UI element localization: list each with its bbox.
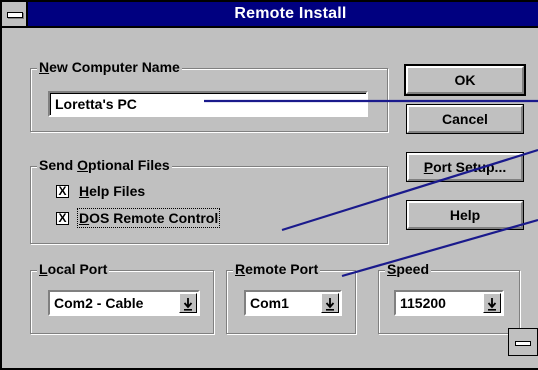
title-bar: Remote Install: [2, 2, 538, 28]
optional-files-group: Send Optional Files: [30, 157, 388, 244]
optional-files-label: Send Optional Files: [37, 157, 172, 173]
port-setup-button[interactable]: Port Setup...: [406, 152, 524, 182]
local-port-dropdown-button[interactable]: [179, 293, 197, 313]
new-computer-name-label: New Computer Name: [37, 59, 182, 75]
dropdown-arrow-icon: [183, 298, 193, 311]
remote-port-dropdown-button[interactable]: [321, 293, 339, 313]
remote-port-select[interactable]: Com1: [244, 290, 342, 316]
system-menu-button[interactable]: [2, 2, 28, 26]
computer-name-input[interactable]: Loretta's PC: [48, 91, 368, 117]
dropdown-arrow-icon: [325, 298, 335, 311]
background-window-system-menu[interactable]: [508, 328, 538, 356]
help-files-check-icon: X: [56, 184, 69, 198]
cancel-button[interactable]: Cancel: [406, 104, 524, 134]
dos-remote-control-check-icon: X: [56, 211, 69, 225]
speed-dropdown-button[interactable]: [483, 293, 501, 313]
remote-port-label: Remote Port: [233, 261, 321, 277]
help-files-checkbox[interactable]: X Help Files: [56, 183, 145, 199]
help-button[interactable]: Help: [406, 200, 524, 230]
speed-select[interactable]: 115200: [394, 290, 504, 316]
local-port-select[interactable]: Com2 - Cable: [48, 290, 200, 316]
dropdown-arrow-icon: [487, 298, 497, 311]
ok-button[interactable]: OK: [404, 64, 526, 96]
system-menu-icon: [515, 341, 531, 346]
window-title: Remote Install: [234, 5, 347, 22]
remote-install-dialog: Remote Install New Computer Name Loretta…: [0, 0, 538, 370]
dos-remote-control-checkbox[interactable]: X DOS Remote Control: [56, 208, 221, 228]
speed-label: Speed: [385, 261, 432, 277]
local-port-label: Local Port: [37, 261, 110, 277]
system-menu-icon: [7, 12, 23, 18]
